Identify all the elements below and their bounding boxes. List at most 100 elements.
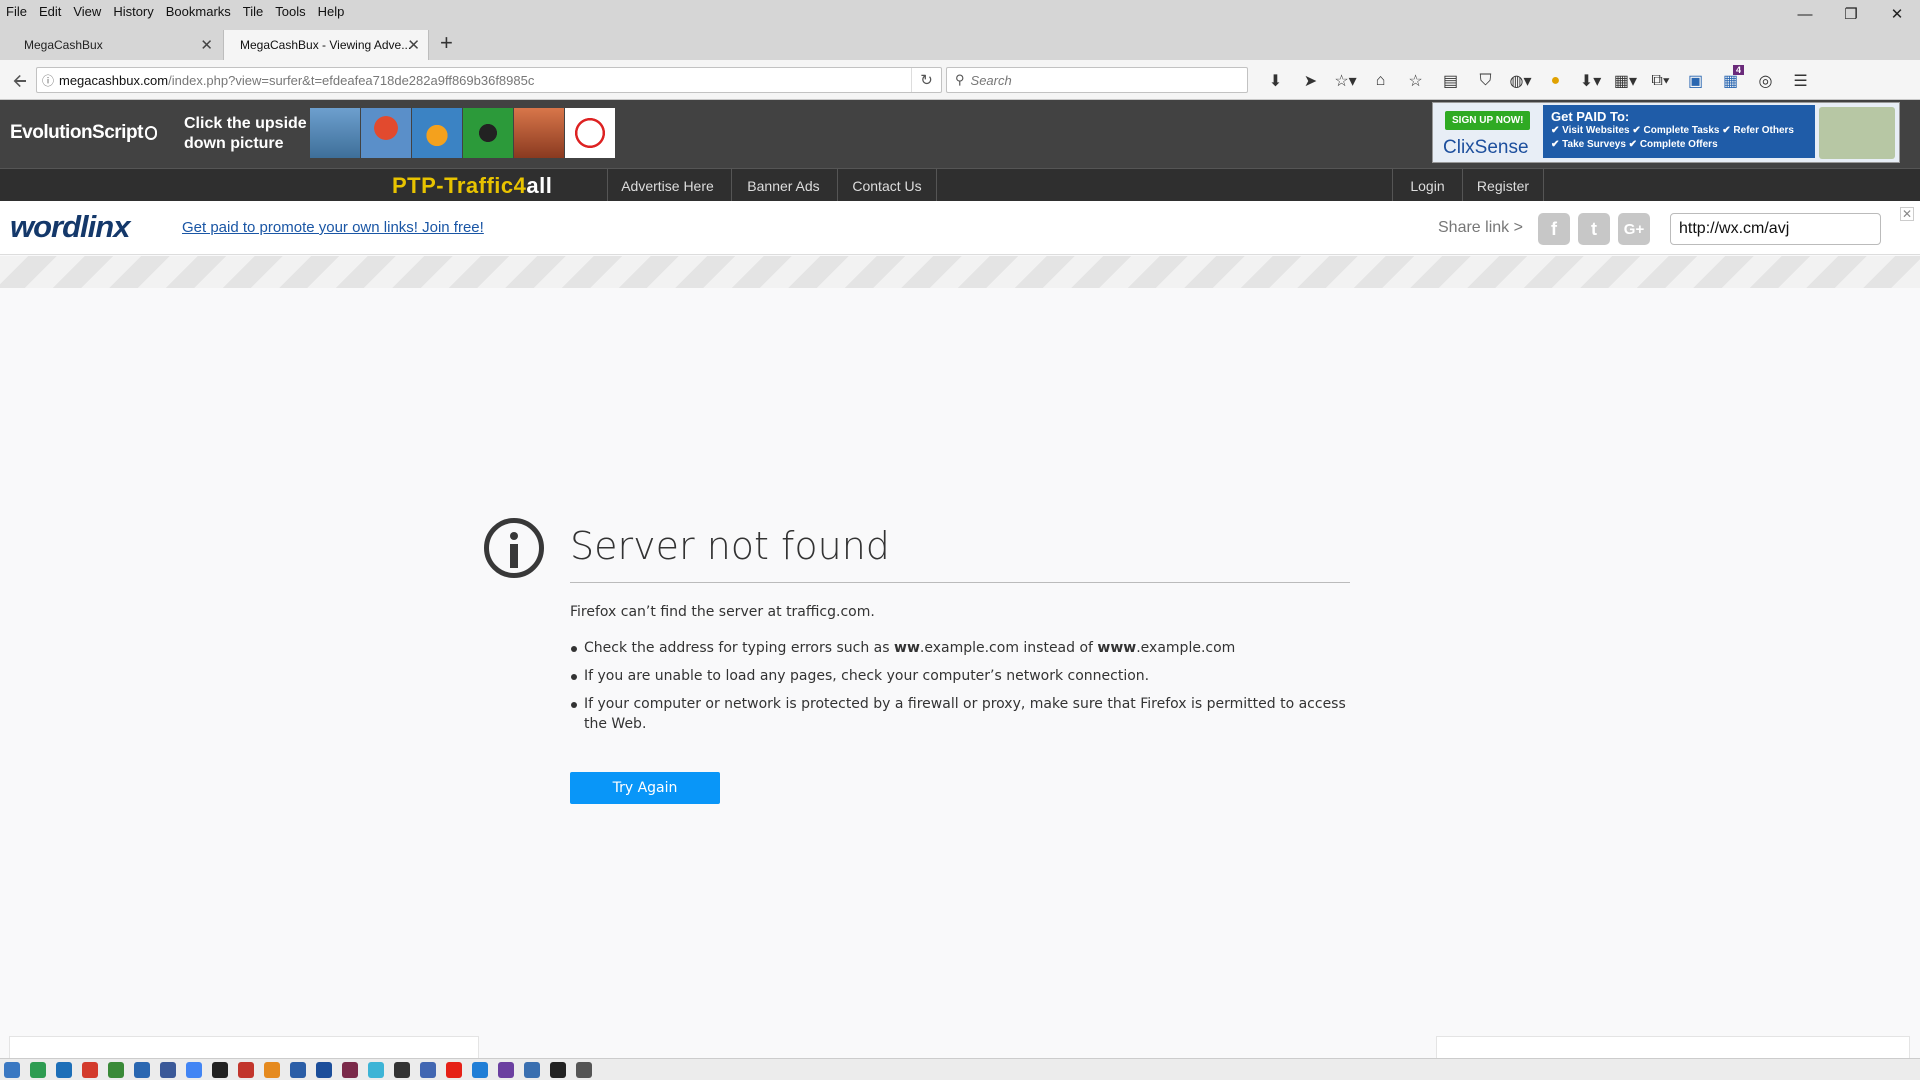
addon-icon[interactable] <box>56 1061 72 1078</box>
crop-icon[interactable]: ⧉▾ <box>1643 72 1678 90</box>
nav-login[interactable]: Login <box>1392 169 1462 202</box>
addon-icon[interactable] <box>316 1061 332 1078</box>
addon-icon[interactable] <box>4 1061 20 1078</box>
clixsense-offer-box: Get PAID To: ✔ Visit Websites ✔ Complete… <box>1543 105 1815 158</box>
nav-register[interactable]: Register <box>1462 169 1544 202</box>
site-nav: PTP-Traffic4all Advertise Here Banner Ad… <box>0 168 1920 202</box>
mouse-icon <box>144 125 157 140</box>
menu-history[interactable]: History <box>107 4 159 19</box>
menu-bar: File Edit View History Bookmarks Tile To… <box>0 0 1920 22</box>
page-panel-left <box>9 1036 479 1060</box>
wordlinx-promo-link[interactable]: Get paid to promote your own links! Join… <box>182 219 484 236</box>
addon-icon[interactable] <box>342 1061 358 1078</box>
tile-icon[interactable]: ▦▾ <box>1608 71 1643 91</box>
addon-icon[interactable] <box>212 1061 228 1078</box>
download-arrow-icon[interactable]: ⬇▾ <box>1573 71 1608 91</box>
url-host: megacashbux.com <box>59 72 169 88</box>
addon-icon[interactable] <box>264 1061 280 1078</box>
star-dropdown-icon[interactable]: ☆▾ <box>1328 71 1363 91</box>
addon-icon[interactable] <box>576 1061 592 1078</box>
suggestion-item: If you are unable to load any pages, che… <box>570 666 1350 686</box>
try-again-button[interactable]: Try Again <box>570 772 720 804</box>
clixsense-signup-button[interactable]: SIGN UP NOW! <box>1445 111 1531 130</box>
download-icon[interactable]: ⬇ <box>1258 71 1293 91</box>
menu-help[interactable]: Help <box>312 4 351 19</box>
bookmark-star-icon[interactable]: ☆ <box>1398 71 1433 91</box>
addon-icon[interactable] <box>160 1061 176 1078</box>
addon-icon[interactable] <box>290 1061 306 1078</box>
addon-icon[interactable] <box>186 1061 202 1078</box>
twitter-share-icon[interactable]: t <box>1578 213 1610 245</box>
search-bar[interactable]: ⚲ Search <box>946 67 1248 93</box>
logo-four: 4 <box>513 173 527 198</box>
tab-viewing-adverts[interactable]: MegaCashBux - Viewing Adve... ✕ <box>223 30 429 60</box>
addon-icon[interactable] <box>498 1061 514 1078</box>
wordlinx-logo[interactable]: wordlinx <box>10 209 130 245</box>
addon-icon[interactable] <box>394 1061 410 1078</box>
addon-icon[interactable] <box>108 1061 124 1078</box>
addon-icon[interactable] <box>238 1061 254 1078</box>
ptp-traffic4all-logo[interactable]: PTP-Traffic4all <box>392 173 552 199</box>
captcha-text-line2: down picture <box>184 135 284 152</box>
addon-icon[interactable] <box>420 1061 436 1078</box>
share-link-input[interactable] <box>1670 213 1881 245</box>
captcha-picture-4[interactable] <box>463 108 513 158</box>
menu-tools[interactable]: Tools <box>269 4 311 19</box>
clixsense-ad[interactable]: SIGN UP NOW! ClixSense Get PAID To: ✔ Vi… <box>1432 102 1900 163</box>
share-link-label: Share link > <box>1438 219 1523 236</box>
captcha-picture-1[interactable] <box>310 108 360 158</box>
search-icon: ⚲ <box>955 72 965 87</box>
pocket-icon[interactable]: ⛉ <box>1468 72 1503 90</box>
menu-icon[interactable]: ☰ <box>1783 71 1818 91</box>
nav-advertise-here[interactable]: Advertise Here <box>607 169 727 202</box>
addon-bar <box>0 1058 1920 1080</box>
captcha-picture-3[interactable] <box>412 108 462 158</box>
notifications-badge: 4 <box>1732 65 1744 75</box>
facebook-share-icon[interactable]: f <box>1538 213 1570 245</box>
nav-banner-ads[interactable]: Banner Ads <box>731 169 835 202</box>
tab-title: MegaCashBux <box>24 38 103 52</box>
close-bar-icon[interactable]: ✕ <box>1900 207 1914 221</box>
home-icon[interactable]: ⌂ <box>1363 72 1398 90</box>
site-info-icon[interactable]: ⓘ <box>37 72 59 89</box>
back-button[interactable] <box>8 69 32 93</box>
evolutionscript-logo[interactable]: EvolutionScript <box>10 122 157 144</box>
captcha-picture-6[interactable] <box>565 108 615 158</box>
addon-icon[interactable] <box>82 1061 98 1078</box>
striped-divider <box>0 256 1920 288</box>
addon-icon[interactable] <box>524 1061 540 1078</box>
nav-contact-us[interactable]: Contact Us <box>837 169 937 202</box>
send-icon[interactable]: ➤ <box>1293 71 1328 91</box>
info-icon <box>484 518 544 578</box>
clixsense-offer-line1: ✔ Visit Websites ✔ Complete Tasks ✔ Refe… <box>1551 125 1794 136</box>
menu-edit[interactable]: Edit <box>33 4 67 19</box>
screenshot-icon[interactable]: ▣ <box>1678 71 1713 91</box>
reload-icon[interactable]: ↻ <box>911 68 941 92</box>
reading-list-icon[interactable]: ▤ <box>1433 71 1468 91</box>
addon-icon[interactable] <box>134 1061 150 1078</box>
menu-file[interactable]: File <box>0 4 33 19</box>
menu-tile[interactable]: Tile <box>237 4 269 19</box>
url-bar[interactable]: ⓘ megacashbux.com/index.php?view=surfer&… <box>36 67 942 93</box>
addon-icon[interactable] <box>472 1061 488 1078</box>
close-tab-icon[interactable]: ✕ <box>407 36 420 54</box>
addon-icon[interactable] <box>368 1061 384 1078</box>
color-picker-icon[interactable]: ● <box>1538 72 1573 90</box>
notifications-icon[interactable]: ▦ 4 <box>1713 65 1748 91</box>
back-arrow-icon <box>13 75 26 87</box>
addon-icon[interactable] <box>550 1061 566 1078</box>
menu-view[interactable]: View <box>67 4 107 19</box>
suggestion-item: If your computer or network is protected… <box>570 694 1350 734</box>
addon-icon[interactable] <box>30 1061 46 1078</box>
google-plus-share-icon[interactable]: G+ <box>1618 213 1650 245</box>
wrench-icon[interactable]: ◎ <box>1748 71 1783 91</box>
addon-icon[interactable] <box>446 1061 462 1078</box>
globe-dropdown-icon[interactable]: ◍▾ <box>1503 71 1538 91</box>
url-path: /index.php?view=surfer&t=efdeafea718de28… <box>168 72 535 88</box>
captcha-picture-5[interactable] <box>514 108 564 158</box>
new-tab-button[interactable]: + <box>440 30 453 56</box>
tab-megacashbux[interactable]: MegaCashBux ✕ <box>8 30 221 60</box>
captcha-picture-2[interactable] <box>361 108 411 158</box>
menu-bookmarks[interactable]: Bookmarks <box>160 4 237 19</box>
close-tab-icon[interactable]: ✕ <box>200 36 213 54</box>
